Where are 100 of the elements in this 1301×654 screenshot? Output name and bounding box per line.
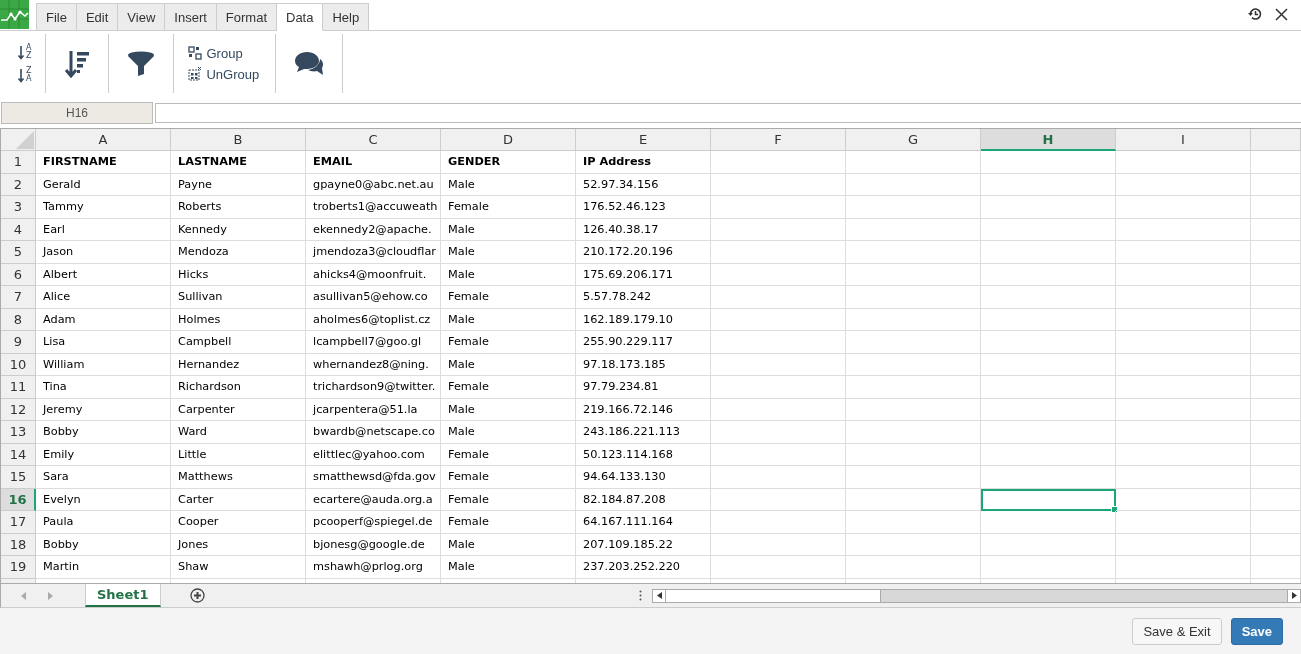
row-header[interactable]: 10 — [1, 353, 36, 376]
table-cell: elittlec@yahoo.com — [306, 443, 441, 466]
row-header[interactable]: 2 — [1, 173, 36, 196]
table-cell: Bobby — [36, 421, 171, 444]
table-cell — [1251, 376, 1301, 399]
table-cell: trichardson9@twitter. — [306, 376, 441, 399]
table-cell: Carpenter — [171, 398, 306, 421]
left-caret-icon — [656, 592, 662, 599]
name-box[interactable]: H16 — [1, 101, 153, 124]
close-icon[interactable] — [1275, 7, 1288, 21]
menu-tab[interactable]: Help — [323, 3, 370, 31]
formula-input[interactable] — [155, 102, 1301, 123]
column-header[interactable]: D — [441, 129, 576, 151]
table-cell: 64.167.111.164 — [576, 511, 711, 534]
ungroup-button[interactable]: UnGroup — [188, 66, 260, 82]
table-cell — [1251, 308, 1301, 331]
row-header[interactable]: 6 — [1, 263, 36, 286]
table-cell: 97.79.234.81 — [576, 376, 711, 399]
scroll-left-button[interactable] — [653, 589, 666, 602]
scroll-right-button[interactable] — [1287, 589, 1300, 602]
table-cell: Little — [171, 443, 306, 466]
row-header[interactable]: 17 — [1, 511, 36, 534]
sort-button[interactable]: Z A — [17, 67, 32, 83]
row-header[interactable]: 11 — [1, 376, 36, 399]
row-header[interactable]: 9 — [1, 331, 36, 354]
sheet-tab[interactable]: Sheet1 — [85, 584, 161, 607]
table-cell: Male — [441, 421, 576, 444]
row-header[interactable]: 14 — [1, 443, 36, 466]
table-cell: Matthews — [171, 466, 306, 489]
row-header[interactable]: 13 — [1, 421, 36, 444]
row-header[interactable]: 1 — [1, 151, 36, 174]
table-cell: Campbell — [171, 331, 306, 354]
table-cell: 50.123.114.168 — [576, 443, 711, 466]
table-cell: 94.64.133.130 — [576, 466, 711, 489]
table-cell: 207.109.185.22 — [576, 533, 711, 556]
row-header[interactable]: 16 — [1, 488, 36, 511]
table-cell — [1251, 173, 1301, 196]
table-cell: Cooper — [171, 511, 306, 534]
table-cell — [1251, 218, 1301, 241]
menu-tab[interactable]: Data — [277, 3, 324, 31]
table-cell — [1251, 466, 1301, 489]
table-cell: ecartere@auda.org.a — [306, 488, 441, 511]
fill-handle[interactable] — [1111, 506, 1118, 513]
menu-tab[interactable]: Edit — [76, 3, 119, 31]
row-header[interactable]: 3 — [1, 196, 36, 219]
table-cell — [1251, 331, 1301, 354]
table-cell: bwardb@netscape.co — [306, 421, 441, 444]
row-header[interactable]: 4 — [1, 218, 36, 241]
row-header[interactable]: 7 — [1, 286, 36, 309]
column-header[interactable]: H — [981, 129, 1116, 151]
menu-tab[interactable]: Format — [216, 3, 277, 31]
table-cell: Holmes — [171, 308, 306, 331]
row-header[interactable]: 18 — [1, 533, 36, 556]
table-cell: 52.97.34.156 — [576, 173, 711, 196]
history-icon[interactable] — [1247, 6, 1263, 22]
table-cell: 82.184.87.208 — [576, 488, 711, 511]
column-header[interactable]: E — [576, 129, 711, 151]
table-cell — [1251, 353, 1301, 376]
table-cell: Bobby — [36, 533, 171, 556]
table-cell: jmendoza3@cloudflar — [306, 241, 441, 264]
comments-icon[interactable] — [294, 50, 325, 77]
column-header[interactable]: G — [846, 129, 981, 151]
column-header[interactable]: A — [36, 129, 171, 151]
table-cell: whernandez8@ning. — [306, 353, 441, 376]
table-cell: Paula — [36, 511, 171, 534]
table-cell: Shaw — [171, 556, 306, 579]
save-exit-button[interactable]: Save & Exit — [1132, 617, 1222, 645]
column-header[interactable]: B — [171, 129, 306, 151]
table-cell: Roberts — [171, 196, 306, 219]
table-cell — [1251, 398, 1301, 421]
table-cell: EMAIL — [306, 151, 441, 174]
save-button[interactable]: Save — [1230, 617, 1283, 645]
table-cell: Lisa — [36, 331, 171, 354]
menu-tab[interactable]: View — [118, 3, 166, 31]
splitter-handle-icon[interactable] — [639, 590, 642, 601]
add-sheet-icon[interactable] — [189, 588, 205, 603]
menu-tab[interactable]: File — [36, 3, 77, 31]
table-cell: 97.18.173.185 — [576, 353, 711, 376]
table-cell: Jason — [36, 241, 171, 264]
table-cell: mshawh@prlog.org — [306, 556, 441, 579]
table-cell — [1251, 556, 1301, 579]
table-cell: Tammy — [36, 196, 171, 219]
column-header[interactable]: C — [306, 129, 441, 151]
row-header[interactable]: 5 — [1, 241, 36, 264]
table-cell: Albert — [36, 263, 171, 286]
row-header[interactable]: 19 — [1, 556, 36, 579]
table-cell: Female — [441, 488, 576, 511]
custom-sort-icon[interactable] — [64, 49, 91, 78]
column-header[interactable]: I — [1116, 129, 1251, 151]
menu-tab[interactable]: Insert — [165, 3, 217, 31]
row-header[interactable]: 8 — [1, 308, 36, 331]
column-header[interactable]: F — [711, 129, 846, 151]
horizontal-scrollbar[interactable] — [652, 588, 1301, 603]
sort-button[interactable]: A Z — [17, 44, 32, 60]
scrollbar-thumb[interactable] — [666, 589, 881, 602]
row-header[interactable]: 15 — [1, 466, 36, 489]
row-header[interactable]: 12 — [1, 398, 36, 421]
filter-icon[interactable] — [127, 50, 156, 77]
table-cell: 237.203.252.220 — [576, 556, 711, 579]
group-button[interactable]: Group — [188, 45, 243, 61]
